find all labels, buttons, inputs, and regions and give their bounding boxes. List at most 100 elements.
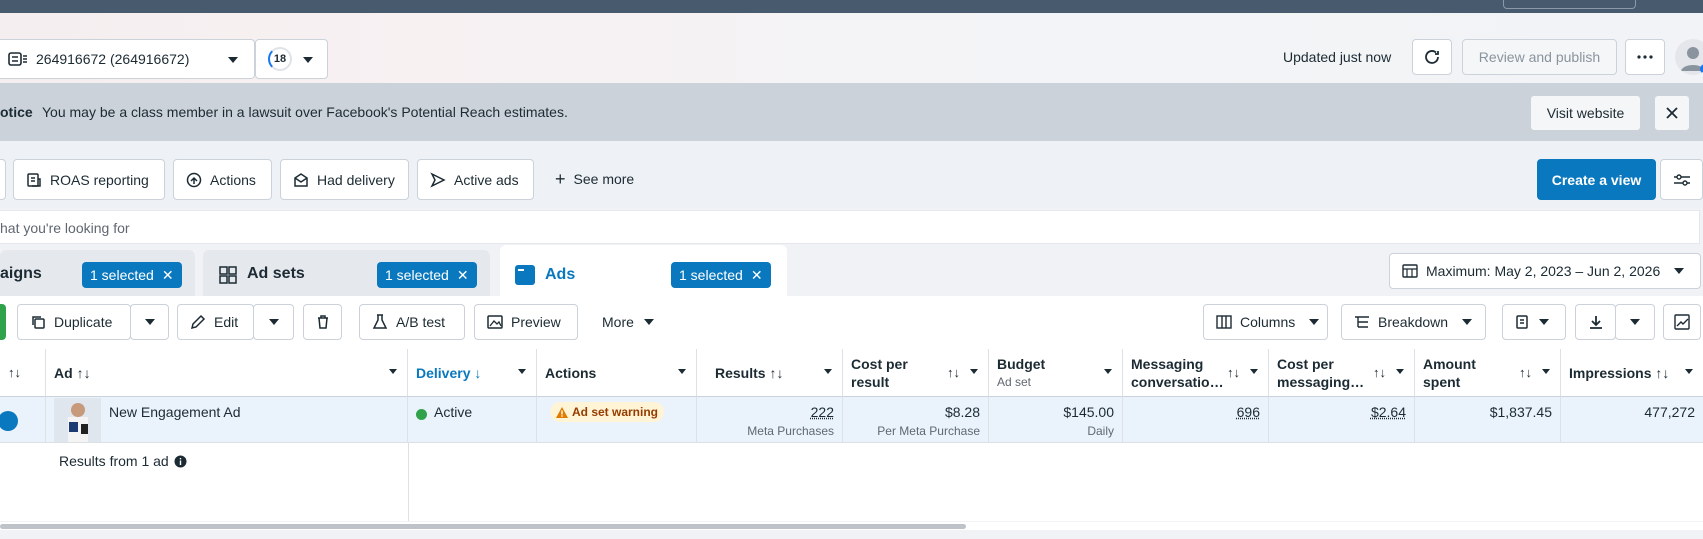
column-label: Impressions (1569, 365, 1652, 381)
selected-count: 1 selected (90, 267, 154, 283)
chevron-down-icon (389, 369, 397, 374)
columns-button[interactable]: Columns (1203, 304, 1328, 340)
chevron-down-icon (824, 369, 832, 374)
scrollbar-thumb[interactable] (0, 524, 966, 529)
more-label: More (602, 314, 634, 330)
close-icon[interactable]: ✕ (751, 267, 763, 284)
column-header-impressions[interactable]: Impressions ↑↓ (1561, 349, 1703, 397)
column-header-actions[interactable]: Actions (537, 349, 697, 397)
table-toolbar: Duplicate Edit A/B test Preview More Col… (0, 296, 1703, 349)
edit-button[interactable]: Edit (177, 304, 254, 340)
sort-icon: ↑↓ (1373, 365, 1386, 380)
refresh-button[interactable] (1412, 39, 1452, 75)
see-more-button[interactable]: + See more (555, 170, 635, 188)
chevron-down-icon (1250, 369, 1258, 374)
tab-ad-sets-label: Ad sets (247, 265, 305, 282)
view-had-delivery[interactable]: Had delivery (280, 159, 409, 200)
progress-ring: 18 (268, 47, 292, 71)
close-icon[interactable]: ✕ (457, 267, 469, 284)
progress-selector[interactable]: 18 (255, 39, 328, 79)
create-view-button[interactable]: Create a view (1537, 159, 1656, 200)
view-actions[interactable]: Actions (173, 159, 272, 200)
column-header-results[interactable]: Results ↑↓ (697, 349, 843, 397)
sliders-icon (1673, 173, 1690, 186)
profile-icon (1681, 47, 1703, 74)
top-bar (0, 0, 1703, 13)
column-header-ad[interactable]: Ad ↑↓ (46, 349, 408, 397)
edit-dropdown[interactable] (253, 304, 294, 340)
amount-spent-cell: $1,837.45 (1415, 397, 1561, 443)
updated-status: Updated just now (1283, 49, 1392, 65)
sort-icon: ↑↓ (76, 365, 91, 381)
horizontal-scrollbar[interactable] (0, 522, 1703, 530)
messaging-value[interactable]: 696 (1237, 404, 1260, 420)
ad-sets-icon (219, 266, 237, 284)
results-value[interactable]: 222 (811, 404, 834, 420)
breakdown-button[interactable]: Breakdown (1341, 304, 1486, 340)
see-more-label: See more (573, 171, 635, 187)
column-label: Messaging conversatio… (1131, 356, 1224, 390)
close-icon[interactable]: ✕ (162, 267, 174, 284)
top-bar-button[interactable] (1503, 0, 1636, 9)
export-button[interactable] (1575, 304, 1616, 340)
tab-ads[interactable]: Ads 1 selected ✕ (500, 245, 787, 296)
more-options-button[interactable] (1625, 39, 1665, 75)
ads-selected-pill[interactable]: 1 selected ✕ (671, 262, 771, 288)
preview-button[interactable]: Preview (474, 304, 578, 340)
close-notice-button[interactable] (1654, 95, 1690, 131)
ab-test-button[interactable]: A/B test (359, 304, 465, 340)
info-icon[interactable] (174, 455, 187, 468)
campaigns-selected-pill[interactable]: 1 selected ✕ (82, 262, 182, 288)
column-header-cost-per-result[interactable]: Cost per result ↑↓ (843, 349, 989, 397)
budget-value: $145.00 (1063, 404, 1114, 420)
view-chip-partial[interactable] (0, 159, 6, 200)
view-roas-reporting[interactable]: ROAS reporting (13, 159, 165, 200)
impressions-cell: 477,272 (1561, 397, 1703, 443)
column-header-toggle[interactable]: ↑↓ (0, 349, 46, 397)
ad-name[interactable]: New Engagement Ad (109, 404, 241, 420)
date-range-picker[interactable]: Maximum: May 2, 2023 – Jun 2, 2026 (1389, 253, 1701, 289)
avatar[interactable] (1675, 39, 1703, 75)
download-icon (1589, 316, 1602, 329)
column-header-budget[interactable]: Budget Ad set (989, 349, 1123, 397)
report-icon (1516, 315, 1528, 329)
view-settings-button[interactable] (1660, 159, 1703, 200)
table-row[interactable]: New Engagement Ad Active Ad set warning … (0, 397, 1703, 443)
account-selector[interactable]: 264916672 (264916672) (0, 39, 255, 79)
charts-button[interactable] (1663, 304, 1701, 340)
column-label: Delivery (416, 365, 471, 381)
reports-button[interactable] (1502, 304, 1566, 340)
messaging-cell: 696 (1123, 397, 1269, 443)
duplicate-label: Duplicate (54, 314, 113, 330)
visit-website-button[interactable]: Visit website (1530, 95, 1641, 131)
cost-messaging-value[interactable]: $2.64 (1371, 404, 1406, 420)
column-header-cost-per-messaging[interactable]: Cost per messaging… ↑↓ (1269, 349, 1415, 397)
review-publish-button[interactable]: Review and publish (1462, 39, 1617, 75)
column-header-delivery[interactable]: Delivery ↓ (408, 349, 537, 397)
column-header-amount-spent[interactable]: Amount spent ↑↓ (1415, 349, 1561, 397)
view-active-ads[interactable]: Active ads (417, 159, 534, 200)
search-input[interactable]: hat you're looking for (0, 210, 1700, 244)
envelope-icon (294, 172, 308, 187)
refresh-icon (1425, 50, 1439, 64)
column-header-messaging[interactable]: Messaging conversatio… ↑↓ (1123, 349, 1269, 397)
tab-ad-sets[interactable]: Ad sets 1 selected ✕ (203, 250, 490, 296)
ad-name-cell[interactable]: New Engagement Ad (46, 397, 408, 443)
toggle-switch[interactable] (0, 411, 18, 431)
sort-icon: ↑↓ (1655, 365, 1670, 381)
create-button-partial[interactable] (0, 304, 6, 340)
chevron-down-icon (518, 369, 526, 374)
tab-campaigns[interactable]: aigns 1 selected ✕ (0, 250, 195, 296)
adsets-selected-pill[interactable]: 1 selected ✕ (377, 262, 477, 288)
duplicate-button[interactable]: Duplicate (17, 304, 131, 340)
warning-badge[interactable]: Ad set warning (550, 402, 665, 422)
notice-message: You may be a class member in a lawsuit o… (42, 104, 568, 120)
cost-per-result-cell: $8.28 Per Meta Purchase (843, 397, 989, 443)
more-button[interactable]: More (602, 304, 654, 340)
row-toggle-cell[interactable] (0, 397, 46, 443)
delivery-status: Active (434, 404, 473, 420)
sort-icon: ↑↓ (8, 365, 21, 380)
delete-button[interactable] (303, 304, 342, 340)
export-dropdown[interactable] (1615, 304, 1655, 340)
duplicate-dropdown[interactable] (130, 304, 169, 340)
